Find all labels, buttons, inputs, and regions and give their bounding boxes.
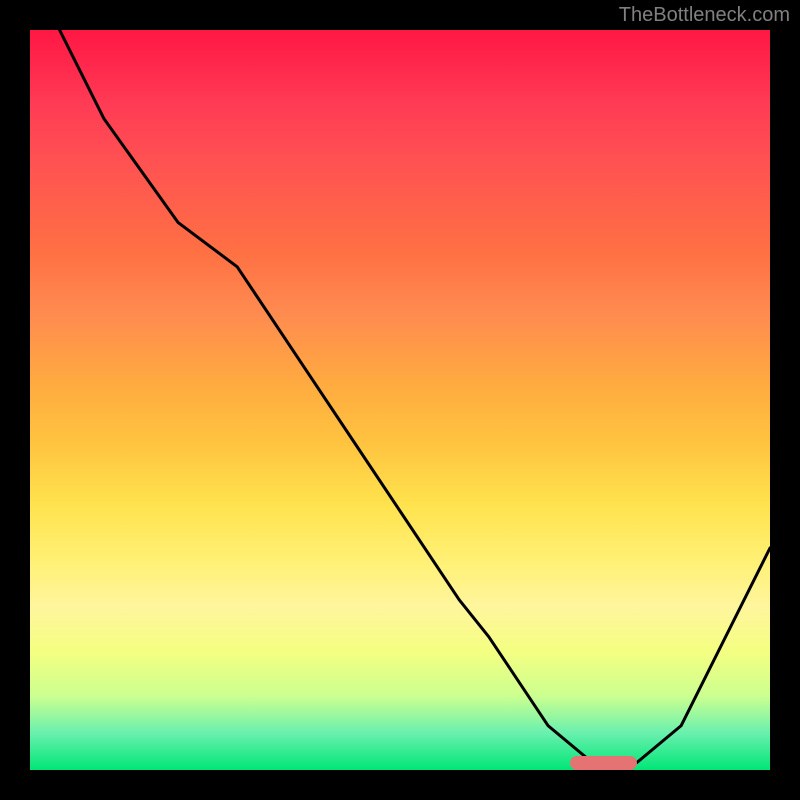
chart-curve [30,30,770,770]
chart-plot-area [30,30,770,770]
highlight-marker [570,756,637,770]
watermark-text: TheBottleneck.com [619,4,790,27]
curve-path [60,30,770,763]
